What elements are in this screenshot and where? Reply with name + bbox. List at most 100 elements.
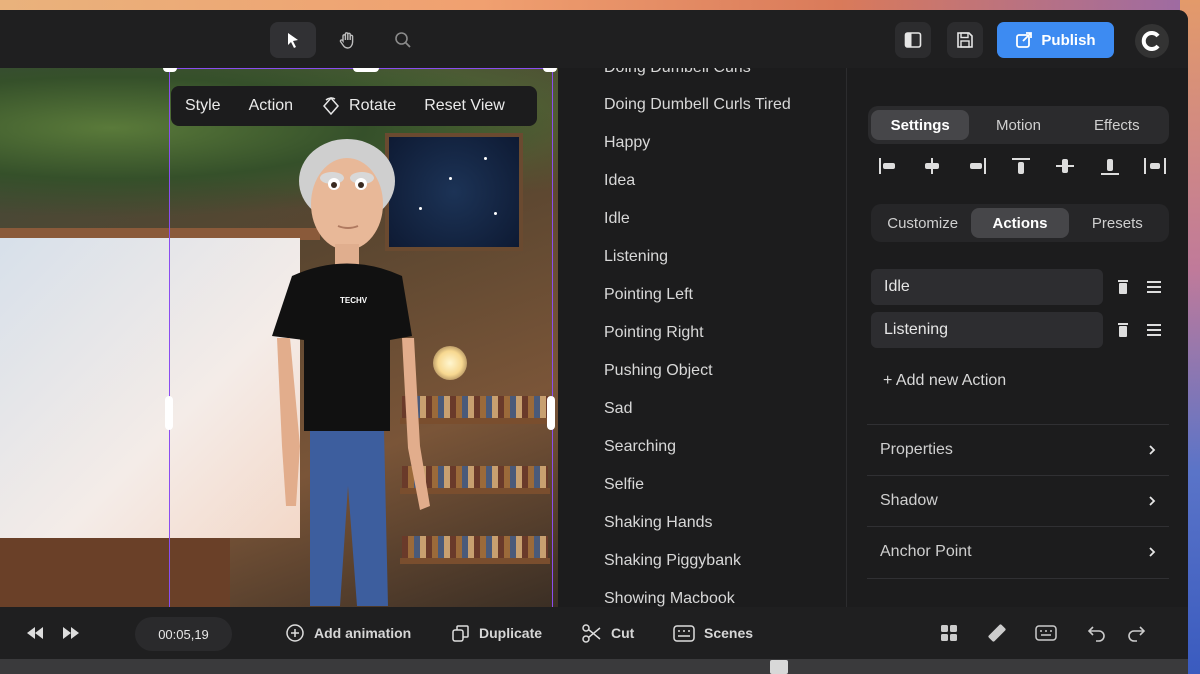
keyboard-icon	[1035, 625, 1057, 641]
cut-button[interactable]: Cut	[581, 607, 634, 659]
chevron-right-icon	[1149, 495, 1156, 506]
animation-item[interactable]: Pointing Right	[604, 324, 704, 342]
timeline-track[interactable]	[0, 659, 1188, 674]
reset-view-menu-item[interactable]: Reset View	[410, 97, 519, 115]
scenes-icon	[673, 624, 695, 642]
resize-handle[interactable]	[353, 68, 379, 72]
resize-handle[interactable]	[543, 68, 557, 72]
keyboard-shortcuts-button[interactable]	[1035, 607, 1057, 659]
save-icon	[957, 32, 973, 48]
duplicate-icon	[452, 624, 469, 642]
action-field[interactable]: Idle	[871, 269, 1103, 305]
rewind-button[interactable]	[26, 607, 44, 659]
add-animation-label: Add animation	[314, 625, 412, 641]
trash-icon[interactable]	[1117, 323, 1129, 337]
main-tabs: Settings Motion Effects	[868, 106, 1169, 144]
align-center-horizontal-icon[interactable]	[921, 156, 943, 176]
fast-forward-button[interactable]	[62, 607, 80, 659]
add-animation-button[interactable]: Add animation	[285, 607, 411, 659]
scene-canvas[interactable]: TECHV Style Action Rotate Reset View	[0, 68, 558, 607]
hand-icon	[339, 32, 354, 49]
section-anchor-point[interactable]: Anchor Point	[867, 526, 1169, 576]
animation-item[interactable]: Listening	[604, 248, 668, 266]
tab-settings[interactable]: Settings	[871, 110, 970, 140]
animation-item[interactable]: Pushing Object	[604, 362, 713, 380]
select-tool-button[interactable]	[270, 22, 316, 58]
add-action-button[interactable]: + Add new Action	[883, 372, 1006, 390]
align-center-vertical-icon[interactable]	[1054, 156, 1076, 176]
reset-view-label: Reset View	[424, 97, 505, 114]
animation-item[interactable]: Idea	[604, 172, 635, 190]
animation-item[interactable]: Happy	[604, 134, 650, 152]
toggle-panel-button[interactable]	[895, 22, 931, 58]
animation-item[interactable]: Sad	[604, 400, 632, 418]
tab-presets[interactable]: Presets	[1069, 208, 1166, 238]
tab-effects[interactable]: Effects	[1068, 110, 1166, 140]
publish-button[interactable]: Publish	[997, 22, 1114, 58]
section-shadow[interactable]: Shadow	[867, 475, 1169, 525]
drag-handle-icon[interactable]	[1147, 324, 1161, 336]
resize-handle[interactable]	[547, 396, 555, 430]
search-icon	[395, 32, 411, 48]
align-top-icon[interactable]	[1010, 156, 1032, 176]
action-menu-item[interactable]: Action	[235, 97, 307, 115]
timeline-scrubber[interactable]	[770, 660, 788, 674]
tab-customize[interactable]: Customize	[874, 208, 971, 238]
rotate-menu-item[interactable]: Rotate	[307, 96, 410, 116]
bottom-toolbar: 00:05,19 Add animation Duplicate Cut Sce…	[0, 607, 1188, 659]
resize-handle[interactable]	[163, 68, 177, 72]
align-bottom-icon[interactable]	[1099, 156, 1121, 176]
drag-handle-icon[interactable]	[1147, 281, 1161, 293]
animation-item[interactable]: Doing Dumbell Curls Tired	[604, 96, 791, 114]
chevron-right-icon	[1149, 444, 1156, 455]
align-left-icon[interactable]	[877, 156, 899, 176]
section-label: Shadow	[880, 491, 938, 509]
redo-button[interactable]	[1126, 607, 1146, 659]
scissors-icon	[582, 623, 601, 643]
hand-tool-button[interactable]	[325, 22, 371, 58]
animation-item[interactable]: Doing Dumbell Curls	[604, 68, 751, 77]
cursor-icon	[288, 33, 298, 48]
action-row: Idle	[871, 269, 1169, 305]
selection-box[interactable]	[169, 68, 553, 607]
section-properties[interactable]: Properties	[867, 424, 1169, 474]
editor-window: Publish TECHV Style Action Rotate Reset …	[0, 10, 1188, 674]
grid-view-button[interactable]	[940, 607, 958, 659]
alignment-toolbar	[877, 151, 1167, 181]
tab-actions[interactable]: Actions	[971, 208, 1069, 238]
external-link-icon	[1016, 32, 1033, 48]
action-field[interactable]: Listening	[871, 312, 1103, 348]
cut-label: Cut	[611, 625, 635, 641]
distribute-horizontal-icon[interactable]	[1143, 156, 1167, 176]
sidebar-icon	[904, 32, 922, 48]
animation-item[interactable]: Showing Macbook	[604, 590, 735, 607]
undo-icon	[1087, 626, 1105, 642]
animation-item[interactable]: Pointing Left	[604, 286, 693, 304]
animation-item[interactable]: Shaking Hands	[604, 514, 713, 532]
undo-button[interactable]	[1087, 607, 1107, 659]
fast-forward-icon	[63, 627, 79, 639]
trash-icon[interactable]	[1117, 280, 1129, 294]
ruler-button[interactable]	[986, 607, 1008, 659]
zoom-tool-button[interactable]	[380, 22, 426, 58]
resize-handle[interactable]	[165, 396, 173, 430]
timecode-display: 00:05,19	[135, 617, 232, 651]
align-right-icon[interactable]	[966, 156, 988, 176]
user-avatar[interactable]	[1135, 24, 1169, 58]
properties-panel: Settings Motion Effects Customize Action…	[847, 68, 1188, 607]
animation-item[interactable]: Shaking Piggybank	[604, 552, 741, 570]
animation-item[interactable]: Searching	[604, 438, 676, 456]
scenes-label: Scenes	[704, 625, 754, 641]
save-button[interactable]	[947, 22, 983, 58]
animation-item[interactable]: Idle	[604, 210, 630, 228]
style-menu-item[interactable]: Style	[171, 97, 235, 115]
animation-item[interactable]: Selfie	[604, 476, 644, 494]
chevron-right-icon	[1149, 546, 1156, 557]
scenes-button[interactable]: Scenes	[673, 607, 753, 659]
duplicate-button[interactable]: Duplicate	[451, 607, 542, 659]
rewind-icon	[27, 627, 43, 639]
style-label: Style	[185, 97, 221, 114]
tab-motion[interactable]: Motion	[969, 110, 1067, 140]
sub-tabs: Customize Actions Presets	[871, 204, 1169, 242]
selection-context-menu: Style Action Rotate Reset View	[171, 86, 537, 126]
